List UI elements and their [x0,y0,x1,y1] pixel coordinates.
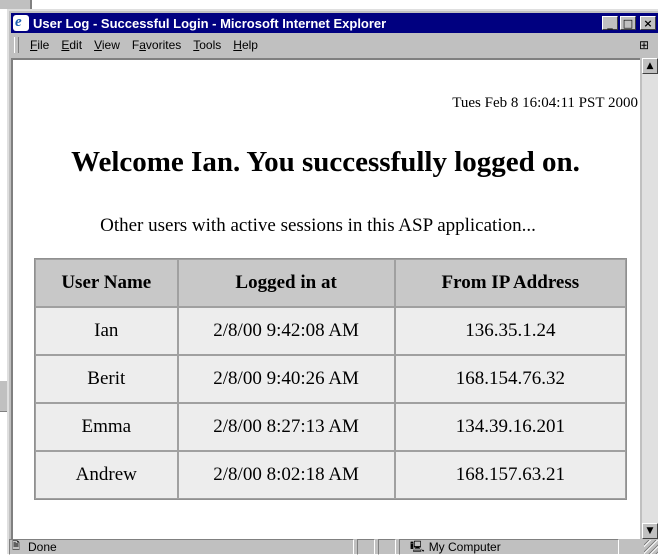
table-row: Emma 2/8/00 8:27:13 AM 134.39.16.201 [35,403,626,451]
resize-grip[interactable] [644,540,658,554]
title-bar[interactable]: e User Log - Successful Login - Microsof… [11,13,658,33]
cell-user-name: Emma [35,403,178,451]
security-zone-pane[interactable]: 🖳 My Computer [399,539,619,555]
column-header-logged-in-at: Logged in at [177,259,395,307]
table-row: Berit 2/8/00 9:40:26 AM 168.154.76.32 [35,355,626,403]
table-row: Andrew 2/8/00 8:02:18 AM 168.157.63.21 [35,451,626,499]
cell-ip-address: 168.154.76.32 [394,355,626,403]
scroll-up-arrow-icon[interactable]: ▲ [642,58,658,74]
background-window-fragment [0,0,32,9]
status-bar: 🗎 Done 🖳 My Computer [9,538,658,556]
cell-user-name: Ian [35,307,178,355]
server-timestamp: Tues Feb 8 16:04:11 PST 2000 [452,95,638,111]
status-message-pane: 🗎 Done [9,539,354,555]
column-header-user-name: User Name [35,259,178,307]
scroll-down-arrow-icon[interactable]: ▼ [642,523,658,539]
close-button[interactable]: × [640,16,656,30]
sessions-subtitle: Other users with active sessions in this… [100,215,536,236]
maximize-button[interactable]: □ [620,16,636,30]
status-pane-secure [378,539,396,555]
page-content: Tues Feb 8 16:04:11 PST 2000 Welcome Ian… [11,58,640,539]
table-header-row: User Name Logged in at From IP Address [35,259,626,307]
menu-file[interactable]: File [24,38,55,52]
cell-user-name: Berit [35,355,178,403]
menu-favorites[interactable]: Favorites [126,38,187,52]
menu-tools[interactable]: Tools [187,38,227,52]
security-zone-label: My Computer [428,540,501,554]
table-row: Ian 2/8/00 9:42:08 AM 136.35.1.24 [35,307,626,355]
cell-logged-in-at: 2/8/00 8:27:13 AM [177,403,395,451]
cell-ip-address: 168.157.63.21 [394,451,626,499]
active-sessions-table: User Name Logged in at From IP Address I… [34,258,627,500]
cell-ip-address: 134.39.16.201 [394,403,626,451]
menu-edit[interactable]: Edit [55,38,88,52]
menu-grip[interactable] [14,37,19,53]
cell-ip-address: 136.35.1.24 [394,307,626,355]
cell-logged-in-at: 2/8/00 9:40:26 AM [177,355,395,403]
menu-help[interactable]: Help [227,38,264,52]
page-icon: 🗎 [12,541,21,552]
menu-bar: File Edit View Favorites Tools Help ⊞ [11,35,658,55]
menu-view[interactable]: View [88,38,126,52]
internet-explorer-icon[interactable]: e [13,14,29,31]
browser-window: e User Log - Successful Login - Microsof… [7,9,658,556]
status-text: Done [28,540,57,554]
column-header-ip-address: From IP Address [394,259,626,307]
minimize-button[interactable]: _ [602,16,618,30]
cell-user-name: Andrew [35,451,178,499]
status-pane-progress [357,539,375,555]
welcome-heading: Welcome Ian. You successfully logged on. [71,146,580,178]
vertical-scrollbar[interactable]: ▲ ▼ [642,58,658,539]
cell-logged-in-at: 2/8/00 8:02:18 AM [177,451,395,499]
window-title: User Log - Successful Login - Microsoft … [33,15,387,31]
windows-logo-icon: ⊞ [638,38,650,52]
cell-logged-in-at: 2/8/00 9:42:08 AM [177,307,395,355]
